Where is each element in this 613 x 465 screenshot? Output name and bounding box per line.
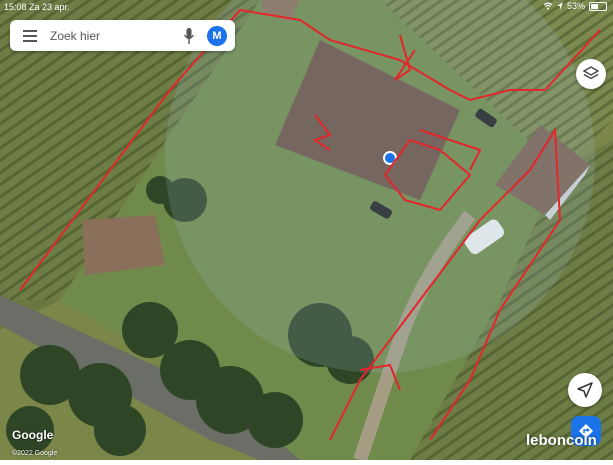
layers-icon [583,66,599,80]
navigation-arrow-icon [577,382,593,398]
location-services-icon [556,2,563,10]
leboncoin-watermark: leboncoin [526,432,597,449]
battery-fill [591,3,598,9]
layers-button[interactable] [576,59,606,89]
wifi-icon [543,2,553,10]
mic-icon[interactable] [179,20,199,51]
map-copyright: ©2022 Google [12,450,58,457]
search-input[interactable]: Zoek hier [50,29,179,43]
battery-icon [589,1,607,11]
status-time-date: 15:08 Za 23 apr. [4,2,70,12]
menu-icon[interactable] [16,20,44,51]
avatar[interactable]: M [207,25,227,46]
battery-percent: 53% [566,1,585,11]
satellite-map-imagery [0,0,613,463]
satellite-map[interactable] [0,0,613,463]
shed-roof [82,215,165,275]
status-bar: 15:08 Za 23 apr. 53% [0,0,613,14]
google-logo: Google [12,428,54,442]
status-right-group: 53% [543,1,607,11]
search-bar[interactable]: Zoek hier M [10,20,235,51]
my-location-button[interactable] [568,373,602,407]
